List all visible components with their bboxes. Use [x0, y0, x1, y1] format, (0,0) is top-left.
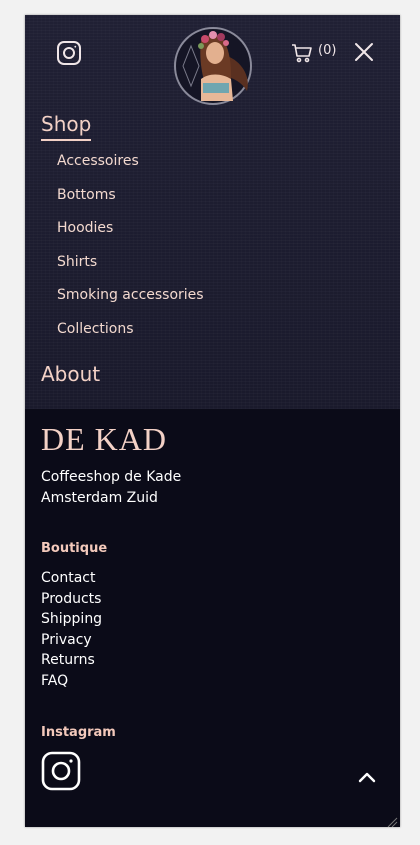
address-line-1: Coffeeshop de Kade [41, 469, 182, 485]
submenu-item-accessoires[interactable]: Accessoires [57, 152, 204, 186]
footer-link-products[interactable]: Products [41, 589, 102, 610]
menu-about-link[interactable]: About [41, 362, 100, 386]
shop-submenu: Accessoires Bottoms Hoodies Shirts Smoki… [57, 152, 204, 353]
close-icon[interactable] [354, 42, 374, 62]
cart-count[interactable]: (0) [318, 43, 336, 58]
submenu-item-bottoms[interactable]: Bottoms [57, 186, 204, 220]
brand-logo: DE KADE [41, 422, 165, 456]
address-block: Coffeeshop de Kade Amsterdam Zuid [41, 467, 181, 509]
submenu-item-smoking-accessories[interactable]: Smoking accessories [57, 286, 204, 320]
footer-link-faq[interactable]: FAQ [41, 671, 102, 692]
mobile-frame: (0) Shop Accessoires Bottoms Hoodies Shi… [25, 15, 400, 827]
submenu-item-hoodies[interactable]: Hoodies [57, 219, 204, 253]
footer-link-shipping[interactable]: Shipping [41, 609, 102, 630]
address-line-2: Amsterdam Zuid [41, 490, 158, 506]
svg-text:DE KADE: DE KADE [41, 422, 165, 456]
footer-link-returns[interactable]: Returns [41, 650, 102, 671]
menu-shop-link[interactable]: Shop [41, 112, 92, 141]
avatar-logo[interactable] [171, 21, 255, 111]
footer-link-privacy[interactable]: Privacy [41, 630, 102, 651]
cart-icon[interactable] [291, 43, 313, 63]
submenu-item-shirts[interactable]: Shirts [57, 253, 204, 287]
resize-handle-icon[interactable] [386, 813, 398, 827]
instagram-icon[interactable] [56, 40, 82, 66]
instagram-icon[interactable] [41, 751, 81, 791]
footer-link-contact[interactable]: Contact [41, 568, 102, 589]
submenu-item-collections[interactable]: Collections [57, 320, 204, 354]
footer-links: Contact Products Shipping Privacy Return… [41, 568, 102, 692]
instagram-heading: Instagram [41, 725, 116, 740]
chevron-up-icon[interactable] [358, 769, 376, 783]
boutique-heading: Boutique [41, 541, 108, 556]
